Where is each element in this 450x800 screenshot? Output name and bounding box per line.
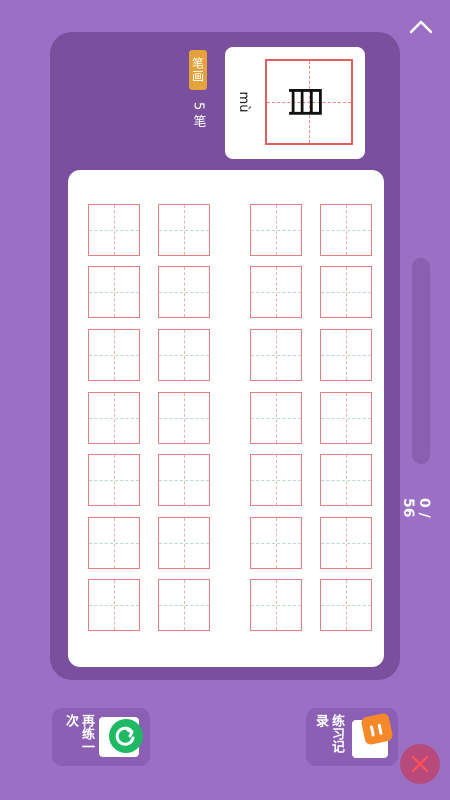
practice-cell[interactable] (250, 579, 302, 631)
progress-counter: 0 / 56 (400, 498, 432, 518)
practice-cell[interactable] (250, 204, 302, 256)
retry-button[interactable]: 再练一次 (52, 708, 150, 766)
retry-label: 再练一次 (63, 714, 94, 753)
practice-cell[interactable] (158, 454, 210, 506)
pinyin: mù (236, 91, 252, 113)
practice-cell[interactable] (320, 204, 372, 256)
practice-cell[interactable] (158, 266, 210, 318)
practice-cell[interactable] (320, 454, 372, 506)
practice-cell[interactable] (320, 329, 372, 381)
practice-cell[interactable] (88, 204, 140, 256)
practice-cell[interactable] (158, 329, 210, 381)
practice-cell[interactable] (158, 579, 210, 631)
practice-cell[interactable] (88, 454, 140, 506)
practice-cell[interactable] (158, 204, 210, 256)
character-card: mù 目 (225, 47, 365, 159)
close-icon (411, 755, 429, 773)
stroke-badge: 笔画 (189, 50, 207, 90)
chevron-up-icon[interactable] (408, 14, 434, 40)
practice-cell[interactable] (88, 266, 140, 318)
practice-cell[interactable] (320, 517, 372, 569)
refresh-icon (109, 719, 143, 753)
practice-cell[interactable] (250, 517, 302, 569)
practice-cell[interactable] (320, 579, 372, 631)
practice-record-button[interactable]: 练习记录 (306, 708, 398, 766)
practice-cell[interactable] (88, 517, 140, 569)
character-grid: 目 (265, 59, 353, 145)
practice-cell[interactable] (250, 266, 302, 318)
record-label: 练习记录 (313, 714, 344, 753)
practice-cell[interactable] (88, 579, 140, 631)
close-button[interactable] (400, 744, 440, 784)
character-glyph: 目 (283, 82, 328, 121)
stroke-count: 5 笔 (190, 102, 206, 128)
practice-cell[interactable] (320, 266, 372, 318)
practice-sheet (68, 170, 384, 667)
scrollbar[interactable] (412, 258, 430, 464)
practice-cell[interactable] (158, 517, 210, 569)
practice-cell[interactable] (88, 392, 140, 444)
practice-cell[interactable] (88, 329, 140, 381)
practice-cell[interactable] (250, 329, 302, 381)
notebook-icon (361, 713, 393, 745)
practice-cell[interactable] (250, 454, 302, 506)
practice-cell[interactable] (320, 392, 372, 444)
practice-cell[interactable] (158, 392, 210, 444)
practice-cell[interactable] (250, 392, 302, 444)
